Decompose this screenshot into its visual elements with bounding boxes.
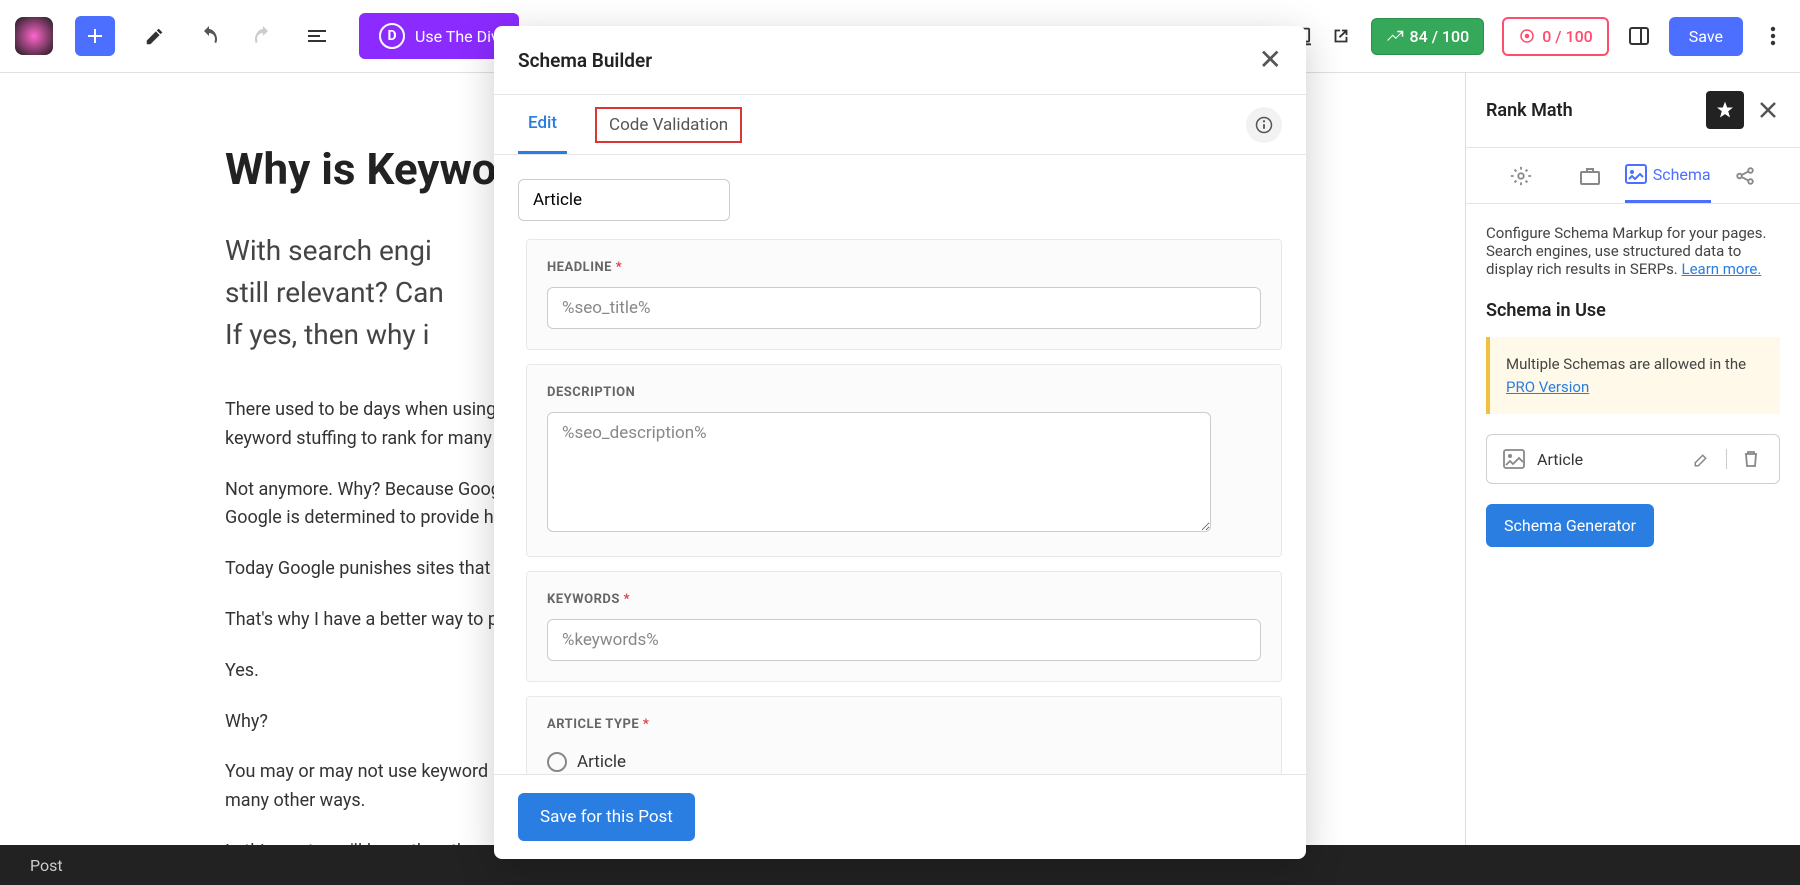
keywords-input[interactable] — [547, 619, 1261, 661]
close-modal-button[interactable]: ✕ — [1259, 46, 1282, 74]
tab-code-validation[interactable]: Code Validation — [595, 107, 742, 143]
schema-name-input[interactable] — [518, 179, 730, 221]
modal-title: Schema Builder — [518, 49, 652, 72]
tab-edit[interactable]: Edit — [518, 95, 567, 154]
save-for-post-button[interactable]: Save for this Post — [518, 793, 695, 841]
description-input[interactable] — [547, 412, 1211, 532]
article-type-option[interactable]: Article — [547, 744, 1261, 774]
article-type-label: ARTICLE TYPE * — [547, 717, 1261, 732]
keywords-label: KEYWORDS * — [547, 592, 1261, 607]
description-label: DESCRIPTION — [547, 385, 1261, 400]
info-button[interactable] — [1246, 107, 1282, 143]
info-icon — [1255, 116, 1273, 134]
schema-builder-modal: Schema Builder ✕ Edit Code Validation HE… — [494, 26, 1306, 859]
radio-icon — [547, 752, 567, 772]
headline-input[interactable] — [547, 287, 1261, 329]
headline-label: HEADLINE * — [547, 260, 1261, 275]
modal-overlay: Schema Builder ✕ Edit Code Validation HE… — [0, 0, 1800, 885]
